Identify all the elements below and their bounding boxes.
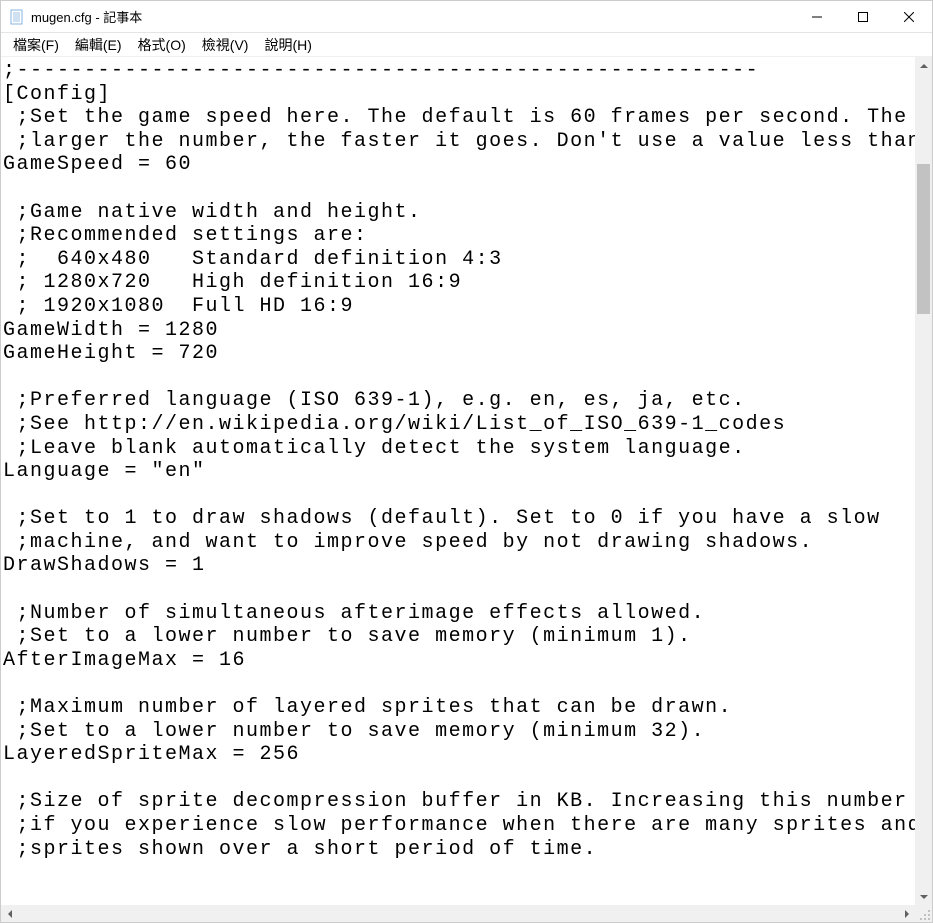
vertical-scrollbar[interactable] (915, 57, 932, 905)
resize-grip-icon[interactable] (919, 909, 931, 921)
scroll-right-arrow-icon[interactable] (898, 905, 915, 922)
scroll-down-arrow-icon[interactable] (915, 888, 932, 905)
close-button[interactable] (886, 1, 932, 32)
scroll-up-arrow-icon[interactable] (915, 57, 932, 74)
horizontal-scrollbar[interactable] (1, 905, 915, 922)
menubar: 檔案(F) 編輯(E) 格式(O) 檢視(V) 說明(H) (1, 33, 932, 57)
menu-format[interactable]: 格式(O) (130, 33, 194, 57)
v-scroll-thumb[interactable] (917, 164, 930, 314)
h-scroll-track[interactable] (18, 905, 898, 922)
editor-area: ;---------------------------------------… (1, 57, 932, 922)
menu-file[interactable]: 檔案(F) (5, 33, 67, 57)
maximize-button[interactable] (840, 1, 886, 32)
menu-edit[interactable]: 編輯(E) (67, 33, 130, 57)
text-content[interactable]: ;---------------------------------------… (1, 57, 915, 905)
scrollbar-corner (915, 905, 932, 922)
window-title: mugen.cfg - 記事本 (31, 7, 142, 26)
notepad-icon (9, 9, 25, 25)
titlebar: mugen.cfg - 記事本 (1, 1, 932, 33)
menu-help[interactable]: 說明(H) (256, 33, 319, 57)
v-scroll-track[interactable] (915, 74, 932, 888)
menu-view[interactable]: 檢視(V) (194, 33, 257, 57)
minimize-button[interactable] (794, 1, 840, 32)
scroll-left-arrow-icon[interactable] (1, 905, 18, 922)
window-controls (794, 1, 932, 32)
